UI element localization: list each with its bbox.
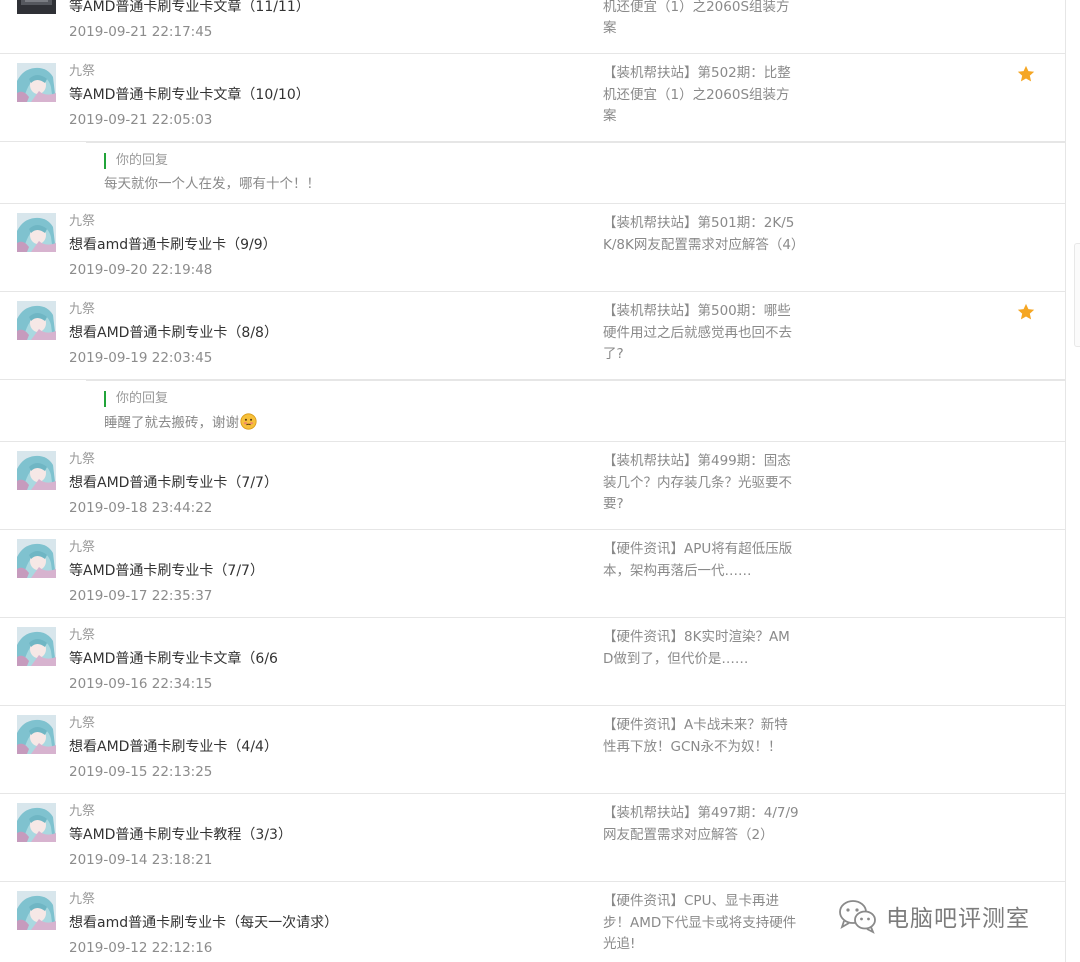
comment-row[interactable]: 九祭等AMD普通卡刷专业卡文章（6/6 2019-09-16 22:34:15 【硬… <box>0 618 1065 706</box>
comment-author[interactable]: 九祭 <box>69 716 95 732</box>
comment-timestamp: 2019-09-20 22:19:48 <box>69 262 213 278</box>
wechat-icon <box>839 900 876 934</box>
comment-text: 等AMD普通卡刷专业卡文章（11/11） <box>69 0 310 15</box>
comment-row[interactable]: 等AMD普通卡刷专业卡文章（11/11） 2019-09-21 22:17:45 【… <box>0 0 1065 54</box>
reply-text: 睡醒了就去搬砖，谢谢 <box>104 413 257 432</box>
comment-text: 等AMD普通卡刷专业卡文章（6/6 <box>69 651 278 667</box>
reply-label: 你的回复 <box>104 391 168 407</box>
comment-text: 等AMD普通卡刷专业卡文章（10/10） <box>69 87 310 103</box>
comment-text: 等AMD普通卡刷专业卡教程（3/3） <box>69 827 292 843</box>
avatar[interactable] <box>17 0 56 14</box>
comment-row[interactable]: 九祭想看AMD普通卡刷专业卡（4/4） 2019-09-15 22:13:25 【硬… <box>0 706 1065 794</box>
article-link[interactable]: 【装机帮扶站】第501期：2K/5K/8K网友配置需求对应解答（4） <box>603 213 804 256</box>
reply-text: 每天就你一个人在发，哪有十个！！ <box>104 175 320 193</box>
article-link[interactable]: 【装机帮扶站】第500期：哪些硬件用过之后就感觉再也回不去了? <box>603 301 799 366</box>
watermark-text: 电脑吧评测室 <box>886 906 1030 932</box>
comment-list: 等AMD普通卡刷专业卡文章（11/11） 2019-09-21 22:17:45 【… <box>0 0 1066 962</box>
reply-text-content: 每天就你一个人在发，哪有十个！！ <box>104 176 320 192</box>
comment-timestamp: 2019-09-18 23:44:22 <box>69 500 213 516</box>
avatar[interactable] <box>17 213 56 252</box>
avatar[interactable] <box>17 301 56 340</box>
article-link[interactable]: 【装机帮扶站】第497期：4/7/9网友配置需求对应解答（2） <box>603 803 799 846</box>
comment-row[interactable]: 九祭等AMD普通卡刷专业卡（7/7） 2019-09-17 22:35:37 【硬件… <box>0 530 1065 618</box>
comment-text: 想看amd普通卡刷专业卡（每天一次请求） <box>69 915 339 931</box>
side-scroll-tab[interactable] <box>1074 243 1080 347</box>
article-link[interactable]: 【装机帮扶站】第499期：固态装几个？内存装几条？光驱要不要? <box>603 451 799 516</box>
avatar[interactable] <box>17 891 56 930</box>
comment-timestamp: 2019-09-21 22:05:03 <box>69 112 213 128</box>
comment-author[interactable]: 九祭 <box>69 214 95 230</box>
comment-timestamp: 2019-09-15 22:13:25 <box>69 764 213 780</box>
comment-author[interactable]: 九祭 <box>69 452 95 468</box>
comment-text: 想看AMD普通卡刷专业卡（8/8） <box>69 325 278 341</box>
article-link[interactable]: 【硬件资讯】CPU、显卡再进步！AMD下代显卡或将支持硬件光追! <box>603 891 799 956</box>
article-link[interactable]: 【装机帮扶站】第502期：比整机还便宜（1）之2060S组装方案 <box>603 63 799 128</box>
avatar[interactable] <box>17 715 56 754</box>
comment-list-viewport: 等AMD普通卡刷专业卡文章（11/11） 2019-09-21 22:17:45 【… <box>0 0 1080 962</box>
avatar[interactable] <box>17 803 56 842</box>
comment-author[interactable]: 九祭 <box>69 64 95 80</box>
comment-timestamp: 2019-09-16 22:34:15 <box>69 676 213 692</box>
comment-row[interactable]: 九祭想看amd普通卡刷专业卡（9/9） 2019-09-20 22:19:48 【装… <box>0 204 1065 292</box>
comment-timestamp: 2019-09-14 23:18:21 <box>69 852 213 868</box>
comment-timestamp: 2019-09-21 22:17:45 <box>69 24 213 40</box>
comment-timestamp: 2019-09-12 22:12:16 <box>69 940 213 956</box>
comment-author[interactable]: 九祭 <box>69 540 95 556</box>
comment-timestamp: 2019-09-19 22:03:45 <box>69 350 213 366</box>
avatar[interactable] <box>17 63 56 102</box>
reply-block: 你的回复每天就你一个人在发，哪有十个！！ <box>0 142 1065 204</box>
embarrassed-emoji-icon <box>240 413 257 430</box>
reply-block: 你的回复睡醒了就去搬砖，谢谢 <box>0 380 1065 442</box>
comment-text: 想看AMD普通卡刷专业卡（7/7） <box>69 475 278 491</box>
watermark: 电脑吧评测室 <box>838 896 1030 936</box>
avatar[interactable] <box>17 627 56 666</box>
comment-author[interactable]: 九祭 <box>69 302 95 318</box>
comment-row[interactable]: 九祭想看AMD普通卡刷专业卡（8/8） 2019-09-19 22:03:45 【装… <box>0 292 1065 380</box>
comment-author[interactable]: 九祭 <box>69 804 95 820</box>
comment-author[interactable]: 九祭 <box>69 628 95 644</box>
avatar[interactable] <box>17 451 56 490</box>
article-link[interactable]: 【硬件资讯】APU将有超低压版本，架构再落后一代…… <box>603 539 799 582</box>
article-link[interactable]: 【装机帮扶站】第502期：比整机还便宜（1）之2060S组装方案 <box>603 0 799 40</box>
article-link[interactable]: 【硬件资讯】8K实时渲染？AMD做到了，但代价是…… <box>603 627 799 670</box>
comment-timestamp: 2019-09-17 22:35:37 <box>69 588 213 604</box>
comment-text: 想看amd普通卡刷专业卡（9/9） <box>69 237 277 253</box>
comment-text: 等AMD普通卡刷专业卡（7/7） <box>69 563 264 579</box>
article-link[interactable]: 【硬件资讯】A卡战未来？新特性再下放！GCN永不为奴！！ <box>603 715 799 758</box>
comment-row[interactable]: 九祭等AMD普通卡刷专业卡教程（3/3） 2019-09-14 23:18:21 【… <box>0 794 1065 882</box>
reply-label: 你的回复 <box>104 153 168 169</box>
comment-text: 想看AMD普通卡刷专业卡（4/4） <box>69 739 278 755</box>
comment-author[interactable]: 九祭 <box>69 892 95 908</box>
comment-row[interactable]: 九祭想看AMD普通卡刷专业卡（7/7） 2019-09-18 23:44:22 【装… <box>0 442 1065 530</box>
star-icon[interactable] <box>1016 64 1036 84</box>
avatar[interactable] <box>17 539 56 578</box>
reply-text-content: 睡醒了就去搬砖，谢谢 <box>104 415 239 431</box>
comment-row[interactable]: 九祭等AMD普通卡刷专业卡文章（10/10） 2019-09-21 22:05:0… <box>0 54 1065 142</box>
star-icon[interactable] <box>1016 302 1036 322</box>
